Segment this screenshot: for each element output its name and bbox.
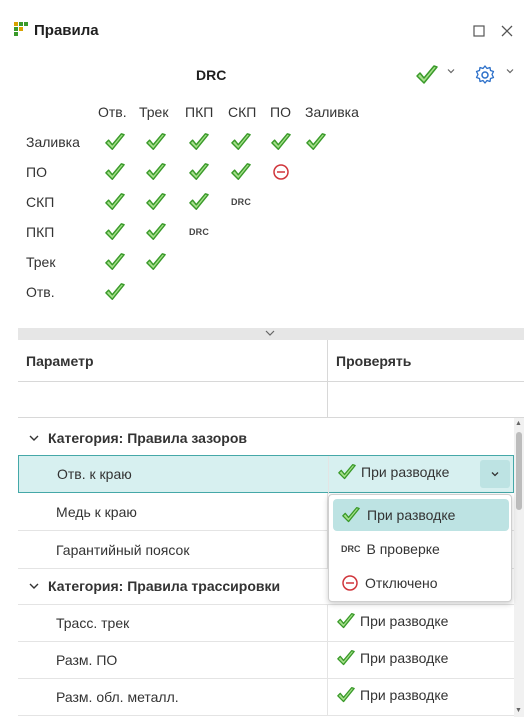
matrix-cell-check-icon[interactable] — [230, 161, 252, 183]
matrix-cell-check-icon[interactable] — [145, 191, 167, 213]
category-row-clearance[interactable]: Категория: Правила зазоров — [18, 419, 514, 457]
matrix-col-skp: СКП — [228, 104, 257, 120]
settings-chevron-down-icon[interactable] — [505, 66, 515, 79]
option-label: Отключено — [365, 575, 438, 591]
matrix-row-skp: СКП — [26, 194, 55, 210]
scroll-down-arrow-icon[interactable]: ▼ — [515, 707, 522, 714]
table-row[interactable]: Разм. ПО При разводке — [18, 641, 514, 679]
row-name: Отв. к краю — [57, 466, 132, 482]
matrix-row-trek: Трек — [26, 254, 56, 270]
chevron-down-icon — [491, 472, 499, 477]
check-icon — [338, 463, 356, 480]
cell-separator — [328, 456, 329, 494]
matrix-row-zalivka: Заливка — [26, 134, 80, 150]
row-value-label: При разводке — [361, 464, 450, 480]
chevron-down-icon[interactable] — [28, 433, 40, 443]
option-during-routing[interactable]: При разводке — [333, 499, 509, 531]
cell-separator — [327, 604, 328, 642]
matrix-cell-check-icon[interactable] — [188, 161, 210, 183]
row-value[interactable]: При разводке — [336, 649, 448, 667]
cell-separator — [327, 641, 328, 679]
option-in-check[interactable]: DRC В проверке — [333, 533, 509, 565]
row-name: Разм. ПО — [56, 652, 118, 668]
matrix-col-otv: Отв. — [98, 104, 127, 120]
matrix-cell-drc-icon[interactable]: DRC — [230, 191, 252, 213]
title-bar: Правила — [0, 0, 524, 62]
matrix-col-pkp: ПКП — [185, 104, 214, 120]
matrix-col-po: ПО — [270, 104, 291, 120]
matrix-cell-check-icon[interactable] — [145, 251, 167, 273]
option-label: В проверке — [366, 541, 440, 557]
option-label: При разводке — [367, 507, 456, 523]
matrix-col-zalivka: Заливка — [305, 104, 359, 120]
matrix-cell-check-icon[interactable] — [230, 131, 252, 153]
gear-icon[interactable] — [474, 64, 496, 89]
matrix-row-po: ПО — [26, 164, 47, 180]
row-value-label: При разводке — [360, 613, 449, 629]
drc-title: DRC — [196, 67, 227, 83]
check-icon — [337, 612, 355, 629]
matrix-cell-check-icon[interactable] — [104, 131, 126, 153]
matrix-cell-check-icon[interactable] — [145, 221, 167, 243]
matrix-cell-check-icon[interactable] — [270, 131, 292, 153]
row-name: Гарантийный поясок — [56, 542, 190, 558]
app-grid-icon — [14, 22, 28, 36]
dropdown-toggle-button[interactable] — [480, 460, 510, 488]
column-header-parameter[interactable]: Параметр — [26, 353, 94, 369]
matrix-cell-check-icon[interactable] — [305, 131, 327, 153]
matrix-cell-check-icon[interactable] — [104, 191, 126, 213]
scrollbar-thumb[interactable] — [516, 432, 522, 510]
row-value[interactable]: При разводке — [336, 686, 448, 704]
column-header-check[interactable]: Проверять — [336, 353, 411, 369]
table-row[interactable]: Разм. обл. металл. При разводке — [18, 678, 514, 716]
filter-row[interactable] — [18, 382, 524, 418]
check-mode-dropdown: При разводке DRC В проверке Отключено — [328, 494, 512, 602]
maximize-icon[interactable] — [468, 20, 490, 42]
row-name: Трасс. трек — [56, 615, 130, 631]
drc-icon: DRC — [341, 544, 361, 554]
check-icon — [416, 65, 438, 84]
row-name: Разм. обл. металл. — [56, 689, 179, 705]
column-divider — [327, 340, 328, 418]
cell-separator — [327, 678, 328, 716]
scroll-up-arrow-icon[interactable]: ▲ — [515, 420, 522, 427]
check-icon — [337, 686, 355, 703]
matrix-cell-disabled-icon[interactable] — [270, 161, 292, 183]
chevron-down-icon[interactable] — [28, 581, 40, 591]
window-title: Правила — [34, 22, 99, 39]
disabled-minus-circle-icon — [342, 575, 358, 591]
matrix-row-otv: Отв. — [26, 284, 55, 300]
check-chevron-down-icon[interactable] — [446, 66, 456, 79]
matrix-cell-check-icon[interactable] — [145, 161, 167, 183]
check-all-button[interactable] — [415, 64, 439, 89]
close-icon[interactable] — [496, 20, 518, 42]
matrix-cell-check-icon[interactable] — [104, 221, 126, 243]
matrix-cell-check-icon[interactable] — [188, 131, 210, 153]
matrix-col-trek: Трек — [139, 104, 169, 120]
check-icon — [337, 649, 355, 666]
grid-header: Параметр Проверять — [18, 340, 524, 382]
matrix-cell-check-icon[interactable] — [104, 281, 126, 303]
row-name: Медь к краю — [56, 504, 137, 520]
check-icon — [342, 506, 360, 523]
row-value-label: При разводке — [360, 650, 449, 666]
matrix-cell-check-icon[interactable] — [145, 131, 167, 153]
row-value[interactable]: При разводке — [336, 612, 448, 630]
category-label: Категория: Правила зазоров — [48, 430, 248, 446]
category-label: Категория: Правила трассировки — [48, 578, 281, 594]
matrix-cell-check-icon[interactable] — [104, 161, 126, 183]
row-value-label: При разводке — [360, 687, 449, 703]
matrix-cell-check-icon[interactable] — [188, 191, 210, 213]
matrix-cell-check-icon[interactable] — [104, 251, 126, 273]
row-value[interactable]: При разводке — [337, 463, 449, 481]
table-row-selected[interactable]: Отв. к краю При разводке — [18, 455, 514, 494]
option-disabled[interactable]: Отключено — [333, 567, 509, 599]
table-row[interactable]: Трасс. трек При разводке — [18, 604, 514, 642]
matrix-cell-drc-icon[interactable]: DRC — [188, 221, 210, 243]
matrix-row-pkp: ПКП — [26, 224, 55, 240]
